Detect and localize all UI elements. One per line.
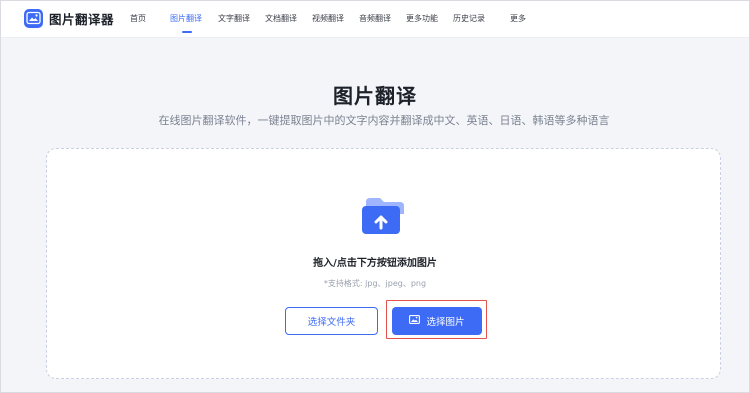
- nav-more-features[interactable]: 更多功能: [406, 13, 438, 24]
- nav-image-translate[interactable]: 图片翻译: [170, 13, 202, 24]
- image-icon: [409, 315, 421, 327]
- folder-upload-icon: [360, 194, 408, 242]
- page-subtitle: 在线图片翻译软件，一键提取图片中的文字内容并翻译成中文、英语、日语、韩语等多种语…: [158, 114, 610, 127]
- logo-text: 图片翻译器: [49, 12, 115, 27]
- nav-video-translate[interactable]: 视频翻译: [312, 13, 344, 24]
- nav-text-translate[interactable]: 文字翻译: [218, 13, 250, 24]
- active-tab-indicator: [182, 31, 192, 33]
- top-nav-bar: 图片翻译器 首页 图片翻译 文字翻译 文档翻译 视频翻译 音频翻译 更多功能 历…: [0, 0, 750, 38]
- select-folder-label: 选择文件夹: [307, 317, 356, 328]
- nav-history[interactable]: 历史记录: [453, 13, 485, 24]
- nav-more[interactable]: 更多: [510, 13, 526, 24]
- image-translate-logo-icon: [24, 9, 43, 28]
- nav-audio-translate[interactable]: 音频翻译: [359, 13, 391, 24]
- nav-document-translate[interactable]: 文档翻译: [265, 13, 297, 24]
- select-image-button[interactable]: 选择图片: [392, 307, 482, 335]
- supported-formats: *支持格式: jpg、jpeg、png: [323, 279, 427, 288]
- nav-home[interactable]: 首页: [130, 13, 146, 24]
- drop-instructions: 拖入/点击下方按钮添加图片: [313, 258, 437, 269]
- page-title: 图片翻译: [333, 84, 417, 108]
- select-folder-button[interactable]: 选择文件夹: [285, 307, 378, 335]
- logo[interactable]: 图片翻译器: [24, 9, 114, 28]
- select-image-label: 选择图片: [426, 317, 465, 328]
